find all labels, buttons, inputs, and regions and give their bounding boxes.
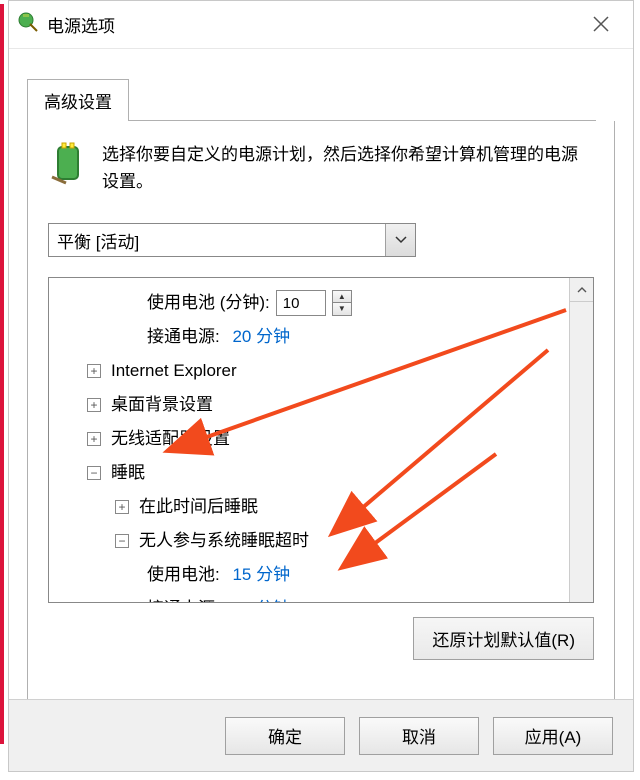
left-red-edge xyxy=(0,4,4,744)
tree-row-sleep-after[interactable]: + 在此时间后睡眠 xyxy=(59,490,569,524)
tab-advanced-settings[interactable]: 高级设置 xyxy=(27,79,129,121)
tree-label-wireless: 无线适配器设置 xyxy=(111,422,230,456)
tree-label-desktop-bg: 桌面背景设置 xyxy=(111,388,213,422)
tree-label-sleep-after: 在此时间后睡眠 xyxy=(139,490,258,524)
collapse-icon[interactable]: − xyxy=(115,534,129,548)
plugged-value[interactable]: 20 分钟 xyxy=(232,320,290,354)
collapse-icon[interactable]: − xyxy=(87,466,101,480)
tree-row-unattended-battery: 使用电池: 15 分钟 xyxy=(59,558,569,592)
tab-strip: 高级设置 xyxy=(27,79,633,121)
expand-icon[interactable]: + xyxy=(115,500,129,514)
scroll-up-icon[interactable] xyxy=(570,278,593,302)
dialog-footer: 确定 取消 应用(A) xyxy=(9,699,633,771)
power-plan-selected-value: 平衡 [活动] xyxy=(49,228,385,253)
tree-row-battery-minutes: 使用电池 (分钟): ▲ ▼ xyxy=(59,286,569,320)
tree-label-unattended: 无人参与系统睡眠超时 xyxy=(139,524,309,558)
expand-icon[interactable]: + xyxy=(87,432,101,446)
battery-minutes-input[interactable] xyxy=(276,290,326,316)
unattended-battery-value[interactable]: 15 分钟 xyxy=(232,558,290,592)
plugged-label: 接通电源: xyxy=(147,320,220,354)
window-title: 电源选项 xyxy=(47,12,577,37)
tree-row-desktop-bg[interactable]: + 桌面背景设置 xyxy=(59,388,569,422)
power-options-dialog: 电源选项 高级设置 选择你要自定义的电源计划，然后选择你希望计算机管理的电源设置… xyxy=(8,0,634,772)
unattended-plugged-value[interactable]: 60 分钟 xyxy=(232,592,290,602)
tree-label-ie: Internet Explorer xyxy=(111,354,237,388)
tree-row-sleep[interactable]: − 睡眠 xyxy=(59,456,569,490)
tree-row-plugged: 接通电源: 20 分钟 xyxy=(59,320,569,354)
settings-tree: 使用电池 (分钟): ▲ ▼ 接通电源: 20 分钟 + Internet Ex… xyxy=(48,277,594,603)
tree-scrollbar[interactable] xyxy=(569,278,593,602)
tree-row-unattended-plugged: 接通电源: 60 分钟 xyxy=(59,592,569,602)
ok-button[interactable]: 确定 xyxy=(225,717,345,755)
restore-defaults-button[interactable]: 还原计划默认值(R) xyxy=(413,617,594,660)
titlebar: 电源选项 xyxy=(9,1,633,49)
tree-row-ie[interactable]: + Internet Explorer xyxy=(59,354,569,388)
tab-content: 选择你要自定义的电源计划，然后选择你希望计算机管理的电源设置。 平衡 [活动] … xyxy=(27,121,615,721)
expand-icon[interactable]: + xyxy=(87,398,101,412)
power-plan-select[interactable]: 平衡 [活动] xyxy=(48,223,416,257)
spinner-buttons[interactable]: ▲ ▼ xyxy=(332,290,352,316)
cancel-button[interactable]: 取消 xyxy=(359,717,479,755)
power-options-icon xyxy=(17,11,39,38)
battery-plan-icon xyxy=(48,141,88,195)
chevron-down-icon[interactable] xyxy=(385,224,415,256)
spinner-down-icon[interactable]: ▼ xyxy=(333,303,351,315)
tree-row-unattended[interactable]: − 无人参与系统睡眠超时 xyxy=(59,524,569,558)
unattended-battery-label: 使用电池: xyxy=(147,558,220,592)
unattended-plugged-label: 接通电源: xyxy=(147,592,220,602)
tree-row-wireless[interactable]: + 无线适配器设置 xyxy=(59,422,569,456)
close-icon[interactable] xyxy=(577,12,625,38)
tree-label-sleep: 睡眠 xyxy=(111,456,145,490)
description-text: 选择你要自定义的电源计划，然后选择你希望计算机管理的电源设置。 xyxy=(102,141,594,195)
battery-minutes-label: 使用电池 (分钟): xyxy=(147,286,270,320)
expand-icon[interactable]: + xyxy=(87,364,101,378)
apply-button[interactable]: 应用(A) xyxy=(493,717,613,755)
